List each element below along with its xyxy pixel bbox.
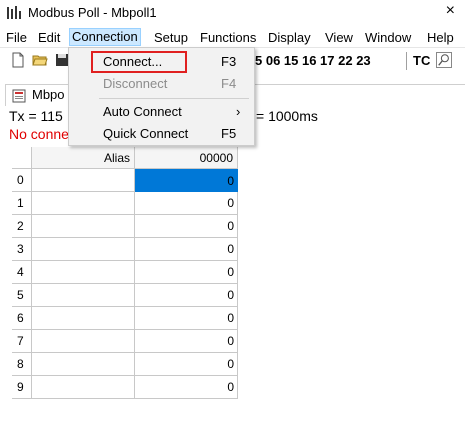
row-number[interactable]: 2 xyxy=(12,215,32,238)
value-cell[interactable]: 0 xyxy=(135,192,238,215)
new-file-icon[interactable] xyxy=(10,52,26,68)
open-folder-icon[interactable] xyxy=(32,52,48,68)
menu-help[interactable]: Help xyxy=(424,29,457,47)
row-number[interactable]: 4 xyxy=(12,261,32,284)
menu-display[interactable]: Display xyxy=(265,29,314,47)
menu-setup[interactable]: Setup xyxy=(151,29,191,47)
menu-file[interactable]: File xyxy=(3,29,30,47)
menu-connection[interactable]: Connection xyxy=(69,28,141,46)
alias-cell[interactable] xyxy=(32,307,135,330)
modbus-poll-app-icon xyxy=(7,6,21,19)
menu-item-label: Disconnect xyxy=(103,76,168,91)
scan-rate-text: = 1000ms xyxy=(256,108,318,124)
value-cell-selected[interactable]: 0 xyxy=(135,169,238,192)
alias-cell[interactable] xyxy=(32,192,135,215)
menu-item-quick-connect[interactable]: Quick Connect F5 xyxy=(69,123,254,145)
value-cell[interactable]: 0 xyxy=(135,215,238,238)
child-window-title: Mbpo xyxy=(32,87,65,102)
magnifier-icon[interactable] xyxy=(436,52,452,68)
toolbar-separator xyxy=(406,52,407,70)
tx-counter: Tx = 115 xyxy=(9,108,63,124)
value-cell[interactable]: 0 xyxy=(135,307,238,330)
value-cell[interactable]: 0 xyxy=(135,330,238,353)
title-bar: Modbus Poll - Mbpoll1 × xyxy=(0,0,465,26)
value-cell[interactable]: 0 xyxy=(135,238,238,261)
value-cell[interactable]: 0 xyxy=(135,261,238,284)
alias-cell[interactable] xyxy=(32,284,135,307)
menu-view[interactable]: View xyxy=(322,29,356,47)
alias-cell[interactable] xyxy=(32,215,135,238)
annotation-highlight-box xyxy=(91,51,187,73)
row-number[interactable]: 1 xyxy=(12,192,32,215)
menu-bar: File Edit Connection Setup Functions Dis… xyxy=(0,26,465,48)
alias-cell[interactable] xyxy=(32,353,135,376)
alias-cell[interactable] xyxy=(32,376,135,399)
menu-item-label: Auto Connect xyxy=(103,104,182,119)
menu-separator xyxy=(99,98,249,99)
value-cell[interactable]: 0 xyxy=(135,353,238,376)
grid-corner xyxy=(12,147,32,169)
row-number[interactable]: 8 xyxy=(12,353,32,376)
column-header-address[interactable]: 00000 xyxy=(135,147,238,169)
row-number[interactable]: 7 xyxy=(12,330,32,353)
document-icon xyxy=(12,89,26,103)
submenu-arrow-icon: › xyxy=(236,104,241,119)
alias-cell[interactable] xyxy=(32,238,135,261)
function-code-buttons[interactable]: 5 06 15 16 17 22 23 xyxy=(255,53,371,68)
window-title: Modbus Poll - Mbpoll1 xyxy=(28,5,157,20)
row-number[interactable]: 9 xyxy=(12,376,32,399)
menu-functions[interactable]: Functions xyxy=(197,29,259,47)
alias-cell[interactable] xyxy=(32,261,135,284)
menu-edit[interactable]: Edit xyxy=(35,29,63,47)
alias-cell[interactable] xyxy=(32,330,135,353)
menu-item-shortcut: F4 xyxy=(221,76,237,91)
menu-window[interactable]: Window xyxy=(362,29,414,47)
close-icon[interactable]: × xyxy=(446,2,455,20)
tc-button[interactable]: TC xyxy=(413,53,430,68)
menu-item-disconnect: Disconnect F4 xyxy=(69,73,254,95)
value-cell[interactable]: 0 xyxy=(135,376,238,399)
alias-cell[interactable] xyxy=(32,169,135,192)
connection-status: No conne xyxy=(9,126,69,142)
menu-item-shortcut: F5 xyxy=(221,126,237,141)
row-number[interactable]: 6 xyxy=(12,307,32,330)
row-number[interactable]: 0 xyxy=(12,169,32,192)
menu-item-auto-connect[interactable]: Auto Connect › xyxy=(69,101,254,123)
menu-item-label: Quick Connect xyxy=(103,126,189,141)
row-number[interactable]: 3 xyxy=(12,238,32,261)
menu-item-shortcut: F3 xyxy=(221,54,237,69)
row-number[interactable]: 5 xyxy=(12,284,32,307)
value-cell[interactable]: 0 xyxy=(135,284,238,307)
column-header-alias[interactable]: Alias xyxy=(32,147,135,169)
